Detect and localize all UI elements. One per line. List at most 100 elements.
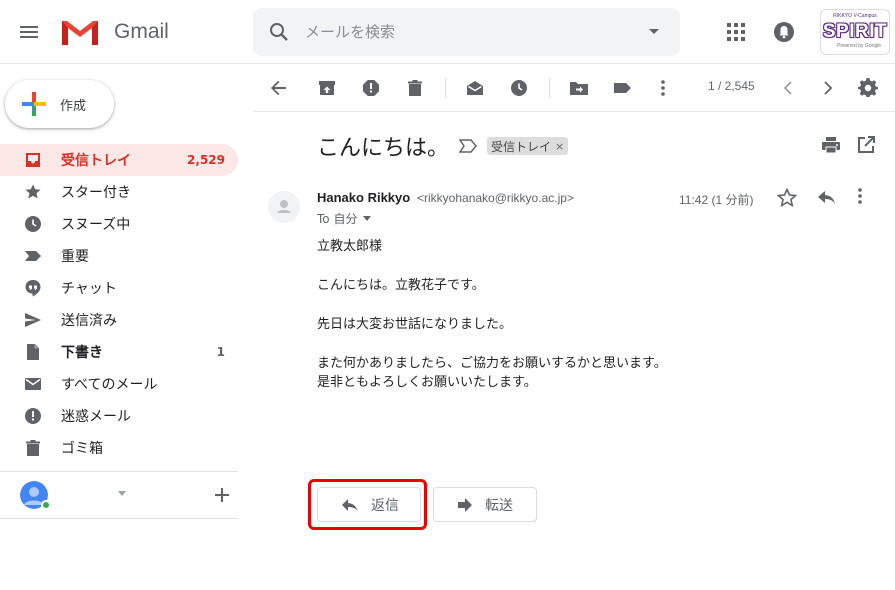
message-toolbar: 1 / 2,545 [253,64,895,112]
print-icon[interactable] [821,136,841,154]
badge-bottom-text: Powered by Google [837,43,881,49]
sidebar-item-label: 受信トレイ [61,153,131,169]
toolbar-divider [549,78,550,98]
inbox-icon [24,151,42,169]
app-name: Gmail [114,20,169,43]
reply-arrow-icon [341,497,359,513]
notifications-icon[interactable] [772,20,796,44]
message-body: 立教太郎様 こんにちは。立教花子です。 先日は大変お世話になりました。 また何か… [317,237,667,392]
sidebar-item-important[interactable]: 重要 [0,240,238,272]
top-header: Gmail RIKKYO V-Campus SPIRIT Powered by … [0,0,895,64]
importance-marker-icon[interactable] [459,137,479,155]
online-status-dot [41,500,51,510]
unread-count: 2,529 [187,153,225,167]
back-arrow-icon[interactable] [269,78,289,98]
body-line: 是非ともよろしくお願いいたします。 [317,375,537,390]
sidebar-item-drafts[interactable]: 下書き 1 [0,336,238,368]
email-subject: こんにちは。 [317,136,450,161]
report-spam-icon[interactable] [361,78,381,98]
sidebar-item-chat[interactable]: チャット [0,272,238,304]
reply-button[interactable]: 返信 [317,487,421,522]
body-line: また何かありましたら、ご協力をお願いするかと思います。 [317,356,667,371]
toolbar-divider [445,78,446,98]
mark-unread-icon[interactable] [465,78,485,98]
archive-icon[interactable] [317,78,337,98]
sidebar-item-label: 重要 [61,249,89,265]
badge-top-text: RIKKYO V-Campus [833,13,877,19]
important-icon [24,247,42,265]
recipient-line[interactable]: To 自分 [317,210,372,227]
label-chip-text: 受信トレイ [491,139,552,154]
mail-icon [24,375,42,393]
gmail-m-icon [60,17,100,47]
settings-gear-icon[interactable] [858,78,878,98]
star-outline-icon[interactable] [777,188,797,208]
apps-grid-icon[interactable] [726,22,746,42]
recipient-details-icon[interactable] [363,216,372,221]
more-options-icon[interactable] [653,78,673,98]
sidebar-item-label: すべてのメール [61,377,158,393]
body-line: 立教太郎様 [317,239,383,254]
sidebar-item-label: 下書き [61,345,103,361]
reply-button-label: 返信 [371,497,399,514]
message-time: 11:42 (1 分前) [679,193,754,207]
send-icon [24,311,42,329]
compose-label: 作成 [60,98,87,114]
sidebar-divider [0,471,238,472]
search-icon[interactable] [268,21,290,43]
sidebar-item-all-mail[interactable]: すべてのメール [0,368,238,400]
sender-name: Hanako Rikkyo [317,190,411,205]
move-to-icon[interactable] [569,78,589,98]
snooze-icon[interactable] [509,78,529,98]
sidebar-item-label: チャット [61,281,117,297]
inbox-label-chip: 受信トレイ × [487,137,569,155]
badge-main-text: SPIRIT [822,21,888,42]
sidebar-nav: 受信トレイ 2,529 スター付き スヌーズ中 重要 チャット 送信済み 下書き… [0,144,238,464]
forward-arrow-icon [457,497,473,512]
draft-count: 1 [216,345,225,359]
sidebar-item-label: 送信済み [61,313,117,329]
sidebar-item-inbox[interactable]: 受信トレイ 2,529 [0,144,238,176]
hangouts-user[interactable] [20,481,238,513]
sidebar-item-sent[interactable]: 送信済み [0,304,238,336]
reply-icon[interactable] [817,188,837,206]
spam-icon [24,407,42,425]
sidebar-item-label: スター付き [61,185,131,201]
search-input[interactable] [305,20,635,44]
label-icon[interactable] [613,78,633,98]
body-line: 先日は大変お世話になりました。 [317,317,513,332]
sidebar-divider-bottom [0,518,238,519]
compose-plus-icon [21,91,47,117]
delete-icon[interactable] [405,78,425,98]
sidebar-item-spam[interactable]: 迷惑メール [0,400,238,432]
forward-button[interactable]: 転送 [433,487,537,522]
compose-button[interactable]: 作成 [5,80,114,128]
sidebar-item-trash[interactable]: ゴミ箱 [0,432,238,464]
body-line: こんにちは。立教花子です。 [317,278,485,293]
sidebar-item-label: スヌーズ中 [61,217,131,233]
status-dropdown-icon[interactable] [118,491,126,497]
sender-email: <rikkyohanako@rikkyo.ac.jp> [417,191,574,205]
gmail-logo[interactable]: Gmail [60,16,169,48]
main-menu-icon[interactable] [18,20,48,44]
search-options-icon[interactable] [648,28,660,36]
add-contact-icon[interactable] [214,487,230,503]
sidebar-item-starred[interactable]: スター付き [0,176,238,208]
chat-icon [24,279,42,297]
sidebar-item-label: ゴミ箱 [61,441,103,457]
remove-label-button[interactable]: × [555,140,564,153]
recipient-text: To 自分 [317,212,358,226]
newer-chevron-icon[interactable] [778,78,798,98]
account-logo-badge[interactable]: RIKKYO V-Campus SPIRIT Powered by Google [820,9,890,55]
sender-avatar[interactable] [268,191,300,223]
older-chevron-icon[interactable] [818,78,838,98]
sidebar-item-snoozed[interactable]: スヌーズ中 [0,208,238,240]
trash-icon [24,439,42,457]
message-more-icon[interactable] [858,188,862,204]
clock-icon [24,215,42,233]
open-new-window-icon[interactable] [857,136,875,154]
star-icon [24,183,42,201]
draft-icon [24,343,42,361]
sidebar-item-label: 迷惑メール [61,409,131,425]
search-bar [253,8,680,56]
